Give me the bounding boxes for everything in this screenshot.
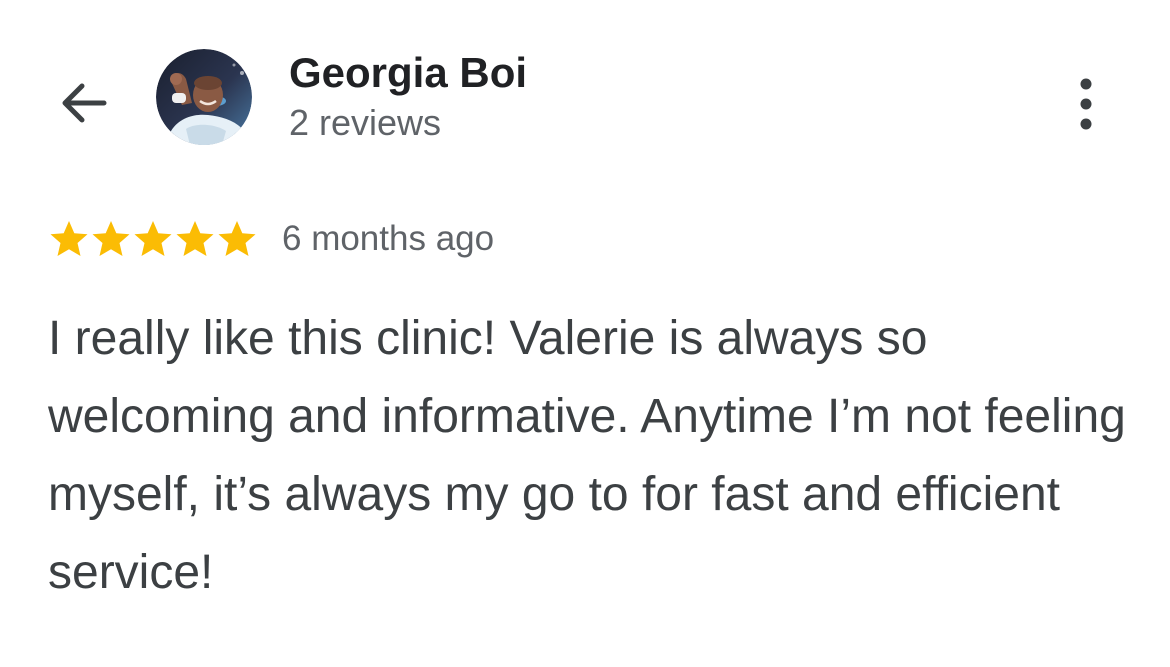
- star-icon: [134, 221, 172, 256]
- review-text: I really like this clinic! Valerie is al…: [48, 312, 1126, 599]
- avatar-photo: [156, 49, 252, 145]
- star-icon: [176, 221, 214, 256]
- star-icon: [218, 221, 256, 256]
- more-vertical-icon: [1080, 78, 1092, 130]
- review-count: 2 reviews: [289, 102, 442, 143]
- arrow-left-icon: [62, 83, 107, 123]
- back-button[interactable]: [50, 70, 116, 136]
- avatar[interactable]: [156, 49, 252, 145]
- star-icon: [92, 221, 130, 256]
- star-rating: [48, 218, 258, 260]
- more-options-button[interactable]: [1062, 72, 1110, 136]
- star-icon: [50, 221, 88, 256]
- review-time: 6 months ago: [282, 219, 495, 258]
- rating-row: 6 months ago: [48, 214, 494, 264]
- reviewer-name[interactable]: Georgia Boi: [289, 49, 527, 97]
